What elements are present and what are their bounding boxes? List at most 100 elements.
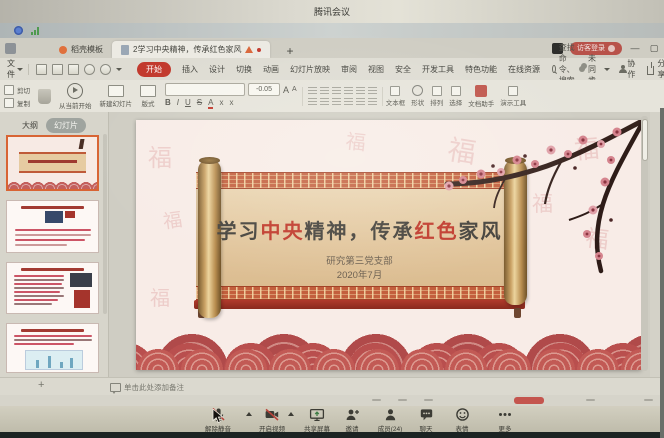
emoji-icon [455,407,470,422]
add-slide-button[interactable]: + [38,379,44,391]
menu-tab-review[interactable]: 审阅 [341,64,357,75]
collaborate-label: 协作 [627,58,638,80]
file-menu-button[interactable]: 文件 [0,58,28,80]
play-from-current-button[interactable]: 从当前开始 [55,83,96,110]
shapes-icon [412,85,423,96]
chevron-down-icon [17,68,23,71]
font-shrink-button[interactable]: A [292,86,297,93]
layout-button[interactable]: 版式 [136,85,160,108]
chevron-down-icon[interactable] [116,68,122,71]
format-painter-button[interactable] [34,89,55,104]
tab-template-store-label: 稻壳模板 [71,44,103,55]
align-center-icon[interactable] [320,87,329,95]
font-color-button[interactable]: A [208,98,213,109]
share-icon [647,66,654,75]
spacing-input[interactable]: -0.05 [248,83,280,96]
subscript-button[interactable]: x [229,98,233,107]
undo-icon[interactable] [84,64,95,75]
share-button[interactable]: 分享 [647,58,664,80]
redo-icon[interactable] [100,64,111,75]
align-objects-icon[interactable] [368,98,377,106]
camera-button[interactable]: 开启视频 [250,407,294,433]
share-label: 分享 [657,58,664,80]
slides-tab[interactable]: 幻灯片 [46,118,86,133]
slide-panel: 大纲 幻灯片 [0,112,109,377]
columns-icon[interactable] [368,87,377,95]
meeting-toolbar: 解除静音 开启视频 共享屏幕 [0,406,664,432]
file-menu-label: 文件 [7,58,15,80]
indent-increase-icon[interactable] [344,98,353,106]
font-name-input[interactable] [165,83,245,96]
arrange-icon [432,86,442,96]
save-icon[interactable] [36,64,47,75]
slide-thumbnail-4[interactable] [6,323,99,373]
collaborate-button[interactable]: 协作 [619,58,638,80]
cloud-icon [579,66,585,72]
menu-tab-design[interactable]: 设计 [209,64,225,75]
menu-tab-slideshow[interactable]: 幻灯片放映 [290,64,330,75]
select-button[interactable]: 选择 [446,86,465,107]
doc-assistant-button[interactable]: 文档助手 [465,85,497,108]
text-box-button[interactable]: 文本框 [383,86,409,107]
emoji-button[interactable]: 表情 [440,407,484,433]
new-slide-button[interactable]: 新建幻灯片 [96,85,137,108]
menu-tab-security[interactable]: 安全 [395,64,411,75]
current-slide[interactable]: 福 福 福 福 福 福 福 福 学习中央精神，传承红色家 [136,120,641,370]
canvas-scrollbar[interactable] [641,116,648,371]
font-grow-button[interactable]: A [283,85,289,95]
tab-document[interactable]: 2学习中央精神，传承红色家风 [112,41,270,58]
menu-tab-animation[interactable]: 动画 [263,64,279,75]
outline-tab[interactable]: 大纲 [22,120,38,131]
copy-button[interactable]: 复制 [4,98,30,108]
template-store-icon [59,46,67,54]
text-direction-icon[interactable] [356,98,365,106]
slide-thumbnail-3[interactable] [6,262,99,314]
underline-button[interactable]: U [185,98,191,107]
menu-tab-home[interactable]: 开始 [137,62,171,77]
menu-tab-online[interactable]: 在线资源 [508,64,540,75]
more-button[interactable]: 更多 [483,407,527,433]
menu-tab-features[interactable]: 特色功能 [465,64,497,75]
shapes-button[interactable]: 形状 [408,85,427,107]
bullets-icon[interactable] [308,98,317,106]
preview-icon[interactable] [68,64,79,75]
status-mark [644,399,653,401]
meeting-info-icon[interactable] [14,26,23,35]
arrange-button[interactable]: 排列 [427,86,446,107]
print-icon[interactable] [52,64,63,75]
superscript-button[interactable]: x [219,98,223,107]
line-spacing-icon[interactable] [356,87,365,95]
camera-muted-icon [264,407,280,422]
menu-tab-transition[interactable]: 切换 [236,64,252,75]
menu-tab-devtools[interactable]: 开发工具 [422,64,454,75]
strikethrough-button[interactable]: S [197,98,202,107]
italic-button[interactable]: I [177,98,179,107]
present-tools-button[interactable]: 演示工具 [497,86,529,107]
menu-tab-view[interactable]: 视图 [368,64,384,75]
numbering-icon[interactable] [320,98,329,106]
indent-decrease-icon[interactable] [332,98,341,106]
wps-home-icon[interactable] [5,43,16,54]
scrollbar-thumb[interactable] [642,119,648,161]
tab-template-store[interactable]: 稻壳模板 [50,41,112,58]
sidebar-scrollbar[interactable] [103,134,107,314]
slide-thumbnail-2[interactable] [6,200,99,253]
slide-thumbnail-1[interactable] [6,135,99,191]
play-from-current-label: 从当前开始 [59,100,92,110]
cut-button[interactable]: 剪切 [4,85,30,95]
menu-tab-insert[interactable]: 插入 [182,64,198,75]
align-right-icon[interactable] [332,87,341,95]
bold-button[interactable]: B [165,98,171,107]
status-red-indicator[interactable] [514,397,544,404]
play-icon [67,83,83,99]
align-left-icon[interactable] [308,87,317,95]
camera-options-caret[interactable] [288,412,294,416]
justify-icon[interactable] [344,87,353,95]
bg-glyph: 福 [161,205,184,234]
new-tab-button[interactable]: + [280,44,299,58]
network-signal-icon[interactable] [31,27,39,35]
avatar [608,45,615,52]
minimize-button[interactable]: — [629,43,641,53]
note-icon [110,383,121,392]
notes-placeholder[interactable]: 单击此处添加备注 [124,382,184,393]
